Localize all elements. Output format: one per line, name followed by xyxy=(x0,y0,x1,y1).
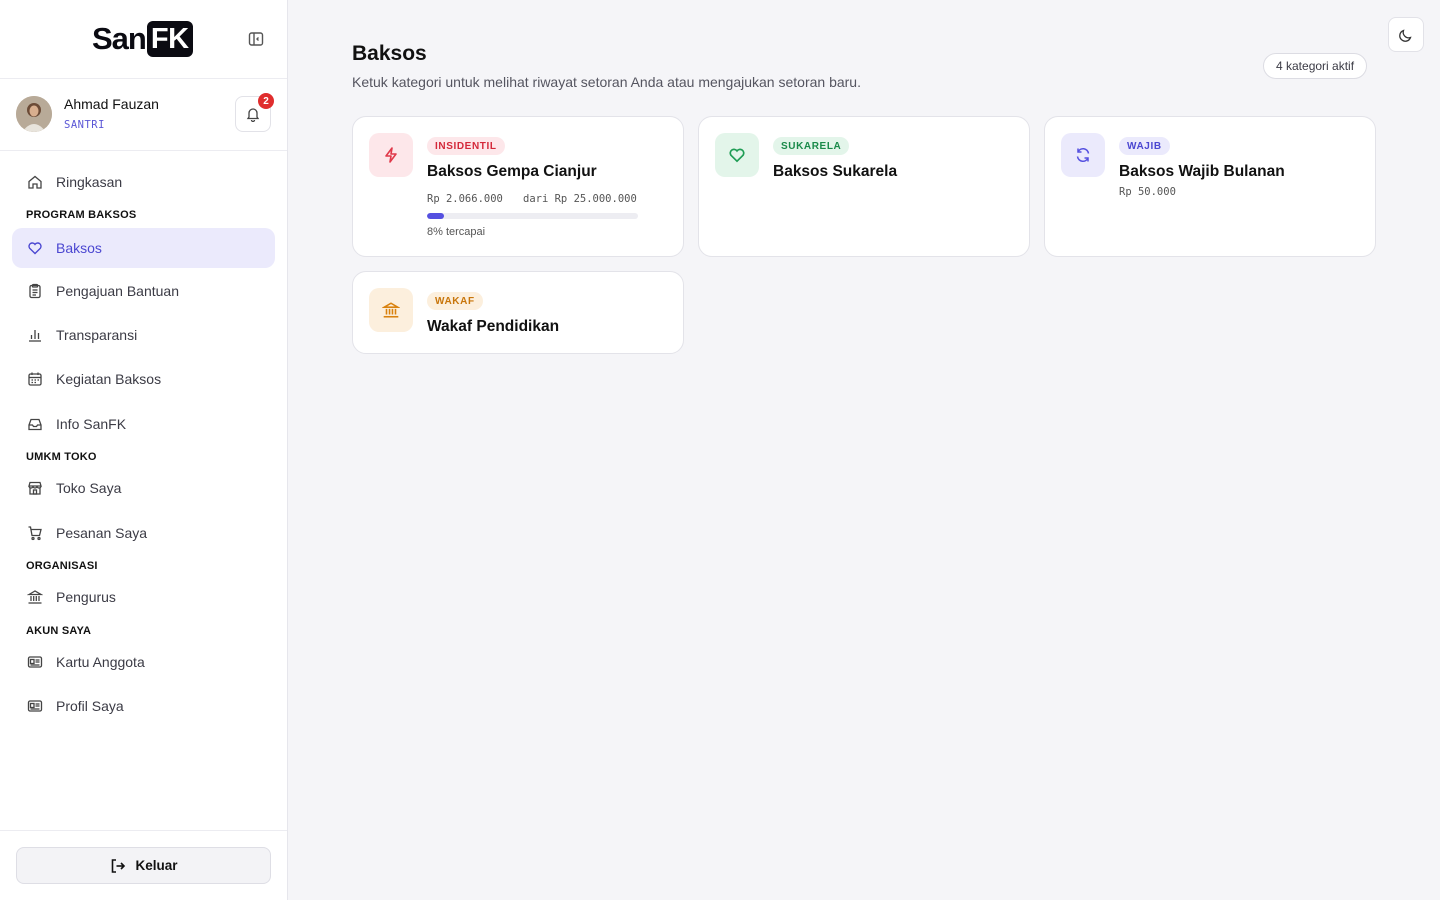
inbox-icon xyxy=(26,415,44,433)
sidebar-item-label: Pengurus xyxy=(56,589,116,605)
sidebar-item-label: Ringkasan xyxy=(56,174,123,190)
sidebar-item-label: Kegiatan Baksos xyxy=(56,371,162,387)
bell-icon xyxy=(245,106,261,122)
bank-icon xyxy=(369,288,413,332)
category-card-sukarela[interactable]: SUKARELA Baksos Sukarela xyxy=(698,116,1030,257)
collected-amount: Rp 2.066.000 xyxy=(427,193,503,205)
sidebar-item-transparansi[interactable]: Transparansi xyxy=(12,315,275,355)
heart-icon xyxy=(715,133,759,177)
logout-label: Keluar xyxy=(135,858,178,873)
cart-icon xyxy=(26,524,44,542)
logout-button[interactable]: Keluar xyxy=(16,847,271,884)
bolt-icon xyxy=(369,133,413,177)
moon-icon xyxy=(1398,27,1414,43)
category-card-gempa[interactable]: INSIDENTIL Baksos Gempa Cianjur Rp 2.066… xyxy=(352,116,684,257)
sidebar-item-label: Profil Saya xyxy=(56,698,124,714)
sidebar-item-label: Toko Saya xyxy=(56,480,122,496)
home-icon xyxy=(26,173,44,191)
user-role: SANTRI xyxy=(64,119,105,131)
sidebar-item-baksos[interactable]: Baksos xyxy=(12,228,275,268)
sidebar-item-pengajuan[interactable]: Pengajuan Bantuan xyxy=(12,271,275,311)
logout-icon xyxy=(109,857,127,875)
sidebar-item-pesanan[interactable]: Pesanan Saya xyxy=(12,513,275,553)
sidebar-item-label: Transparansi xyxy=(56,327,138,343)
heart-icon xyxy=(26,239,44,257)
id-card-icon xyxy=(26,653,44,671)
sidebar-item-info[interactable]: Info SanFK xyxy=(12,404,275,444)
page-title: Baksos xyxy=(352,42,427,65)
nav-section-program: PROGRAM BAKSOS xyxy=(26,209,137,221)
category-tag: SUKARELA xyxy=(773,137,850,155)
nav-section-umkm: UMKM TOKO xyxy=(26,451,97,463)
category-title: Wakaf Pendidikan xyxy=(427,318,560,335)
progress-fill xyxy=(427,213,444,219)
user-name: Ahmad Fauzan xyxy=(64,96,159,112)
nav-section-organisasi: ORGANISASI xyxy=(26,560,98,572)
sidebar-collapse-icon[interactable] xyxy=(248,31,264,47)
store-icon xyxy=(26,479,44,497)
sidebar-item-label: Pesanan Saya xyxy=(56,525,148,541)
app-logo[interactable]: San FK xyxy=(92,21,193,57)
avatar[interactable] xyxy=(16,96,52,132)
notification-badge: 2 xyxy=(258,93,274,109)
monthly-amount: Rp 50.000 xyxy=(1119,186,1176,198)
clipboard-icon xyxy=(26,282,44,300)
bar-chart-icon xyxy=(26,326,44,344)
progress-label: 8% tercapai xyxy=(427,226,486,238)
sidebar-item-label: Baksos xyxy=(56,240,102,256)
logo-text-fk: FK xyxy=(146,21,193,57)
category-title: Baksos Sukarela xyxy=(773,163,898,180)
progress-bar xyxy=(427,213,638,219)
sidebar: San FK Ahmad Fauzan SANTRI 2 Ringkasan P… xyxy=(0,0,288,900)
sidebar-item-kegiatan[interactable]: Kegiatan Baksos xyxy=(12,359,275,399)
sidebar-item-pengurus[interactable]: Pengurus xyxy=(12,577,275,617)
sidebar-item-kartu[interactable]: Kartu Anggota xyxy=(12,642,275,682)
category-tag: INSIDENTIL xyxy=(427,137,505,155)
profile-card-icon xyxy=(26,697,44,715)
page-subtitle: Ketuk kategori untuk melihat riwayat set… xyxy=(352,74,861,90)
theme-toggle-button[interactable] xyxy=(1388,17,1424,52)
category-title: Baksos Gempa Cianjur xyxy=(427,163,597,180)
logo-text-san: San xyxy=(92,21,147,56)
sidebar-item-ringkasan[interactable]: Ringkasan xyxy=(12,162,275,202)
category-tag: WAJIB xyxy=(1119,137,1170,155)
refresh-icon xyxy=(1061,133,1105,177)
target-amount: dari Rp 25.000.000 xyxy=(523,193,637,205)
sidebar-item-label: Info SanFK xyxy=(56,416,127,432)
category-card-wakaf[interactable]: WAKAF Wakaf Pendidikan xyxy=(352,271,684,354)
sidebar-item-label: Pengajuan Bantuan xyxy=(56,283,179,299)
category-title: Baksos Wajib Bulanan xyxy=(1119,163,1285,180)
active-category-count: 4 kategori aktif xyxy=(1263,53,1368,79)
calendar-icon xyxy=(26,370,44,388)
nav-section-akun: AKUN SAYA xyxy=(26,625,92,637)
category-tag: WAKAF xyxy=(427,292,483,310)
sidebar-item-profil[interactable]: Profil Saya xyxy=(12,686,275,726)
bank-icon xyxy=(26,588,44,606)
sidebar-item-label: Kartu Anggota xyxy=(56,654,145,670)
category-card-wajib[interactable]: WAJIB Baksos Wajib Bulanan Rp 50.000 xyxy=(1044,116,1376,257)
sidebar-item-toko[interactable]: Toko Saya xyxy=(12,468,275,508)
